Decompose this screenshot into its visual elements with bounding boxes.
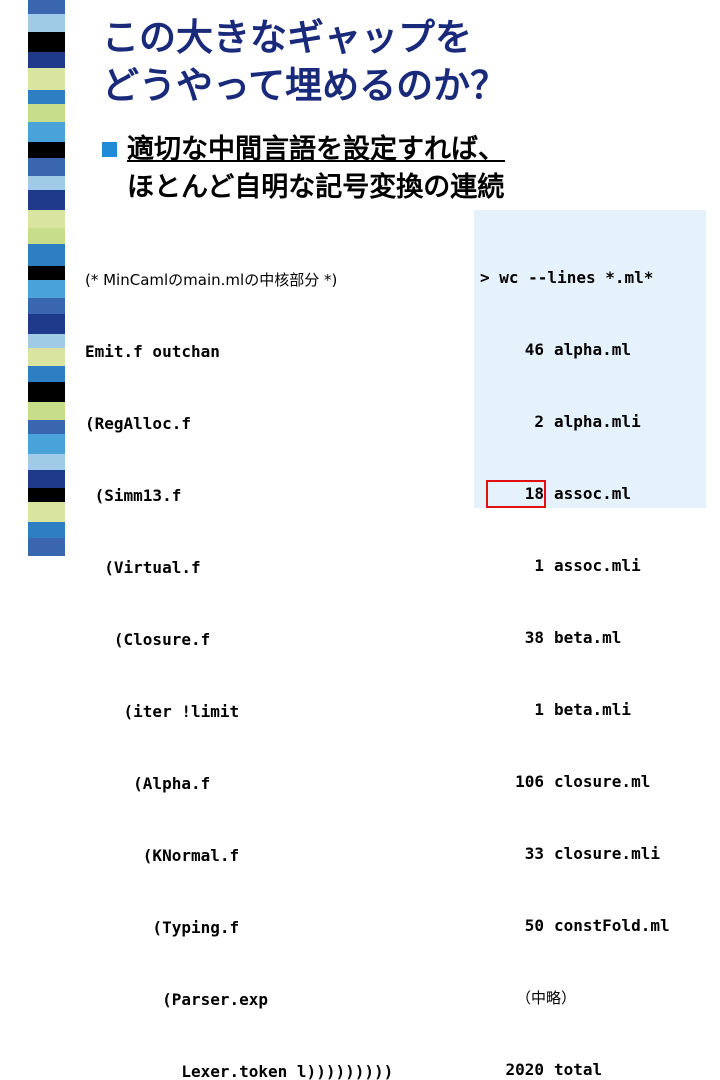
stripe-block (28, 14, 65, 32)
stripe-block (28, 334, 65, 348)
wc-file-name: beta.mli (554, 700, 632, 719)
stripe-block (28, 122, 65, 142)
wc-file-name: alpha.ml (554, 340, 632, 359)
stripe-block (28, 402, 65, 420)
wc-row: 1 beta.mli (480, 698, 706, 722)
code-line: (Closure.f (85, 630, 211, 649)
code-line: Emit.f outchan (85, 342, 220, 361)
title-line-1: この大きなギャップを (102, 16, 472, 59)
stripe-block (28, 348, 65, 366)
wc-row: 106 closure.ml (480, 770, 706, 794)
stripe-block (28, 244, 65, 266)
wc-line-count: 1 (534, 700, 544, 719)
stripe-block (28, 68, 65, 90)
wc-line-count: 106 (515, 772, 544, 791)
stripe-block (28, 228, 65, 244)
stripe-block (28, 314, 65, 334)
code-line: Lexer.token l))))))))) (85, 1062, 394, 1080)
wc-ellipsis: （中略） (516, 989, 577, 1007)
code-line: (RegAlloc.f (85, 414, 191, 433)
wc-line-count: 50 (524, 916, 544, 935)
wc-file-name: closure.ml (554, 772, 651, 791)
wc-total-count: 2020 (505, 1060, 544, 1079)
wc-total-label: total (554, 1060, 603, 1079)
wc-line-count: 46 (524, 340, 544, 359)
bullet-point: 適切な中間言語を設定すれば、 ほとんど自明な記号変換の連続 (127, 131, 707, 207)
wc-file-name: assoc.ml (554, 484, 632, 503)
wc-line-count: 33 (524, 844, 544, 863)
wc-file-name: alpha.mli (554, 412, 641, 431)
stripe-block (28, 502, 65, 522)
bullet-line-2: ほとんど自明な記号変換の連続 (127, 172, 505, 203)
stripe-block (28, 142, 65, 158)
wc-row: 33 closure.mli (480, 842, 706, 866)
title-line-2: どうやって埋めるのか？ (102, 64, 508, 107)
stripe-block (28, 190, 65, 210)
wc-file-name: assoc.mli (554, 556, 641, 575)
wc-line-count: 2 (534, 412, 544, 431)
stripe-block (28, 158, 65, 176)
stripe-block (28, 32, 65, 52)
decorative-stripe (28, 0, 65, 556)
wc-command: > wc --lines *.ml* (480, 268, 654, 287)
stripe-block (28, 298, 65, 314)
wc-row: 46 alpha.ml (480, 338, 706, 362)
stripe-block (28, 0, 65, 14)
stripe-block (28, 488, 65, 502)
wc-file-name: beta.ml (554, 628, 622, 647)
wc-line-count: 1 (534, 556, 544, 575)
wc-line-count: 38 (524, 628, 544, 647)
stripe-block (28, 52, 65, 68)
code-line: (Simm13.f (85, 486, 182, 505)
wc-file-name: constFold.ml (554, 916, 670, 935)
wc-file-name: closure.mli (554, 844, 660, 863)
code-line: (Typing.f (85, 918, 240, 937)
stripe-block (28, 382, 65, 402)
stripe-block (28, 522, 65, 538)
stripe-block (28, 90, 65, 104)
bullet-line-1: 適切な中間言語を設定すれば、 (127, 134, 505, 165)
code-line: (KNormal.f (85, 846, 240, 865)
wc-output: > wc --lines *.ml* 46 alpha.ml 2 alpha.mli… (480, 218, 706, 1080)
code-line: (Parser.exp (85, 990, 269, 1009)
stripe-block (28, 280, 65, 298)
wc-row: 38 beta.ml (480, 626, 706, 650)
code-line: (iter !limit (85, 702, 240, 721)
total-highlight-box (486, 480, 546, 508)
stripe-block (28, 470, 65, 488)
code-block-main: (* MinCamlのmain.mlの中核部分 *) Emit.f outcha… (85, 220, 475, 1080)
wc-ellipsis-row: （中略） (480, 986, 706, 1010)
wc-total-row: 2020 total (480, 1058, 706, 1080)
stripe-block (28, 434, 65, 454)
slide-title: この大きなギャップを どうやって埋めるのか？ (102, 14, 702, 110)
code-comment: (* MinCamlのmain.mlの中核部分 *) (85, 271, 338, 289)
stripe-block (28, 210, 65, 228)
wc-row: 1 assoc.mli (480, 554, 706, 578)
bullet-square-icon (102, 142, 117, 157)
wc-row: 50 constFold.ml (480, 914, 706, 938)
code-line: (Virtual.f (85, 558, 201, 577)
stripe-block (28, 538, 65, 556)
stripe-block (28, 366, 65, 382)
wc-row: 2 alpha.mli (480, 410, 706, 434)
stripe-block (28, 420, 65, 434)
stripe-block (28, 104, 65, 122)
code-line: (Alpha.f (85, 774, 211, 793)
stripe-block (28, 176, 65, 190)
stripe-block (28, 266, 65, 280)
stripe-block (28, 454, 65, 470)
